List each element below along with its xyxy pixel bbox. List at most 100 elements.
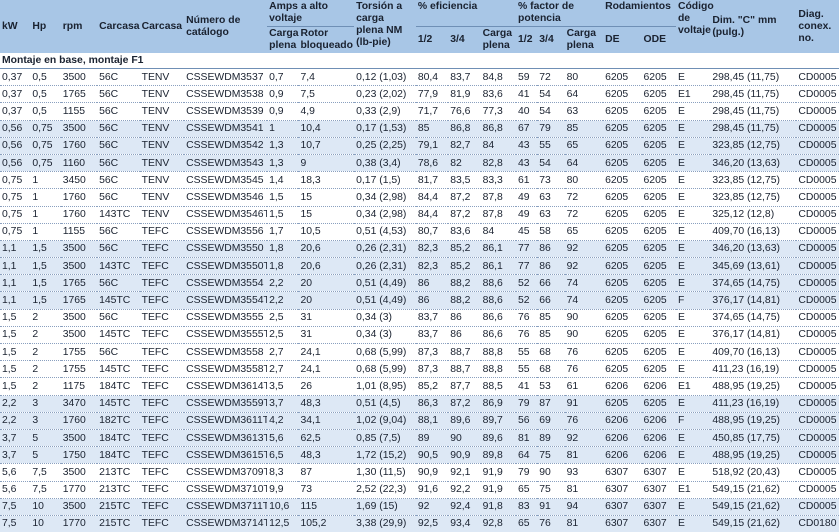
cell-carcasa-type: TENV [139, 171, 185, 190]
cell-torsion: 0,51 (4,53) [354, 223, 416, 241]
cell-diag: CD0005 [796, 68, 839, 87]
cell-catalogo: CSSEWDM3558T [184, 360, 268, 379]
cell-carcasa: 184TC [97, 377, 140, 396]
cell-amps-carga: 1,8 [267, 240, 299, 259]
cell-fp-three-quarter: 87 [537, 395, 565, 413]
cell-catalogo: CSSEWDM3545 [184, 171, 268, 190]
cell-fp-half: 41 [516, 377, 538, 396]
cell-ef-carga: 89,6 [480, 429, 517, 448]
cell-fp-carga: 72 [564, 206, 604, 224]
cell-codigo: E [675, 395, 711, 413]
cell-ef-three-quarter: 87,2 [448, 206, 481, 224]
cell-amps-carga: 0,7 [267, 68, 299, 87]
cell-rpm: 1760 [60, 206, 98, 224]
cell-dim-c: 323,85 (12,75) [710, 137, 797, 155]
header-ode: ODE [641, 26, 676, 53]
cell-fp-carga: 90 [564, 309, 604, 327]
cell-carcasa-type: TENV [139, 68, 185, 87]
cell-de: 6205 [603, 326, 642, 345]
cell-carcasa-type: TEFC [139, 274, 185, 293]
cell-catalogo: CSSEWDM3611T [184, 412, 268, 430]
cell-dim-c: 345,69 (13,61) [710, 257, 797, 276]
cell-de: 6205 [603, 274, 642, 293]
cell-ode: 6206 [641, 412, 676, 430]
cell-amps-rotor: 20,6 [298, 240, 355, 259]
table-row: 0,75 1 1760 56C TENV CSSEWDM3546 1,5 15 0,34 (2,… [0, 188, 839, 207]
cell-fp-three-quarter: 86 [537, 240, 565, 259]
cell-catalogo: CSSEWDM3546 [184, 188, 268, 207]
table-body: Montaje en base, montaje F1 0,37 0,5 3500 5… [0, 53, 839, 532]
cell-kw: 1,5 [0, 326, 31, 345]
cell-kw: 0,56 [0, 154, 31, 173]
cell-fp-half: 77 [516, 240, 538, 259]
cell-amps-rotor: 87 [298, 463, 355, 482]
cell-diag: CD0005 [796, 360, 839, 379]
cell-amps-carga: 1,5 [267, 206, 299, 224]
table-row: 7,5 10 1770 215TC TEFC CSSEWDM3714T 12,5 105,2 3… [0, 515, 839, 532]
cell-torsion: 0,38 (3,4) [354, 154, 416, 173]
cell-ef-three-quarter: 82,7 [448, 137, 481, 155]
cell-fp-three-quarter: 85 [537, 326, 565, 345]
cell-fp-carga: 80 [564, 68, 604, 87]
cell-hp: 3 [30, 395, 61, 413]
cell-dim-c: 518,92 (20,43) [710, 463, 797, 482]
cell-fp-three-quarter: 89 [537, 429, 565, 448]
cell-fp-three-quarter: 72 [537, 68, 565, 87]
cell-amps-rotor: 34,1 [298, 412, 355, 430]
cell-carcasa-type: TENV [139, 85, 185, 104]
cell-kw: 0,37 [0, 85, 31, 104]
cell-diag: CD0005 [796, 257, 839, 276]
cell-diag: CD0005 [796, 85, 839, 104]
motor-spec-table: kW Hp rpm Carcasa Carcasa Número de catá… [0, 0, 839, 532]
cell-fp-half: 49 [516, 188, 538, 207]
cell-ef-carga: 91,8 [480, 498, 517, 516]
cell-carcasa-type: TEFC [139, 223, 185, 241]
cell-codigo: E [675, 257, 711, 276]
cell-diag: CD0005 [796, 326, 839, 345]
cell-amps-carga: 4,2 [267, 412, 299, 430]
cell-ef-carga: 84,8 [480, 68, 517, 87]
cell-ode: 6307 [641, 463, 676, 482]
cell-diag: CD0005 [796, 171, 839, 190]
cell-carcasa-type: TEFC [139, 343, 185, 362]
cell-ef-three-quarter: 86,8 [448, 120, 481, 138]
cell-fp-half: 43 [516, 154, 538, 173]
cell-ef-half: 90,5 [415, 446, 449, 465]
cell-ef-three-quarter: 85,2 [448, 257, 481, 276]
cell-carcasa-type: TEFC [139, 412, 185, 430]
cell-ef-three-quarter: 90 [448, 429, 481, 448]
cell-ef-carga: 84 [480, 137, 517, 155]
cell-ef-carga: 88,8 [480, 343, 517, 362]
cell-ode: 6205 [641, 343, 676, 362]
cell-hp: 2 [30, 360, 61, 379]
cell-amps-carga: 1,8 [267, 257, 299, 276]
cell-ode: 6205 [641, 102, 676, 121]
cell-fp-carga: 76 [564, 412, 604, 430]
cell-catalogo: CSSEWDM3546T [184, 206, 268, 224]
cell-rpm: 3500 [60, 68, 98, 87]
cell-fp-carga: 85 [564, 120, 604, 138]
cell-ode: 6205 [641, 68, 676, 87]
header-amps-rotor: Rotor bloqueado [298, 26, 355, 53]
cell-dim-c: 346,20 (13,63) [710, 240, 797, 259]
cell-catalogo: CSSEWDM3711T [184, 498, 268, 516]
cell-catalogo: CSSEWDM3709T [184, 463, 268, 482]
cell-fp-carga: 94 [564, 498, 604, 516]
cell-ef-carga: 89,8 [480, 446, 517, 465]
table-row: 1,5 2 1755 56C TEFC CSSEWDM3558 2,7 24,1 0,68 (5… [0, 343, 839, 362]
table-row: 3,7 5 1750 184TC TEFC CSSEWDM3615T 6,5 48,3 1,72… [0, 446, 839, 465]
cell-amps-rotor: 24,1 [298, 343, 355, 362]
cell-ef-half: 83,7 [415, 326, 449, 345]
table-row: 1,5 2 3500 56C TEFC CSSEWDM3555 2,5 31 0,34 (3) 8… [0, 309, 839, 327]
cell-ode: 6205 [641, 360, 676, 379]
cell-fp-carga: 81 [564, 515, 604, 532]
cell-amps-carga: 0,9 [267, 85, 299, 104]
cell-ef-three-quarter: 86 [448, 326, 481, 345]
cell-carcasa: 215TC [97, 515, 140, 532]
header-catalogo: Número de catálogo [184, 0, 268, 53]
cell-catalogo: CSSEWDM3550 [184, 240, 268, 259]
cell-carcasa-type: TEFC [139, 395, 185, 413]
cell-carcasa: 145TC [97, 291, 140, 310]
cell-torsion: 0,34 (3) [354, 326, 416, 345]
cell-ef-three-quarter: 90,9 [448, 446, 481, 465]
